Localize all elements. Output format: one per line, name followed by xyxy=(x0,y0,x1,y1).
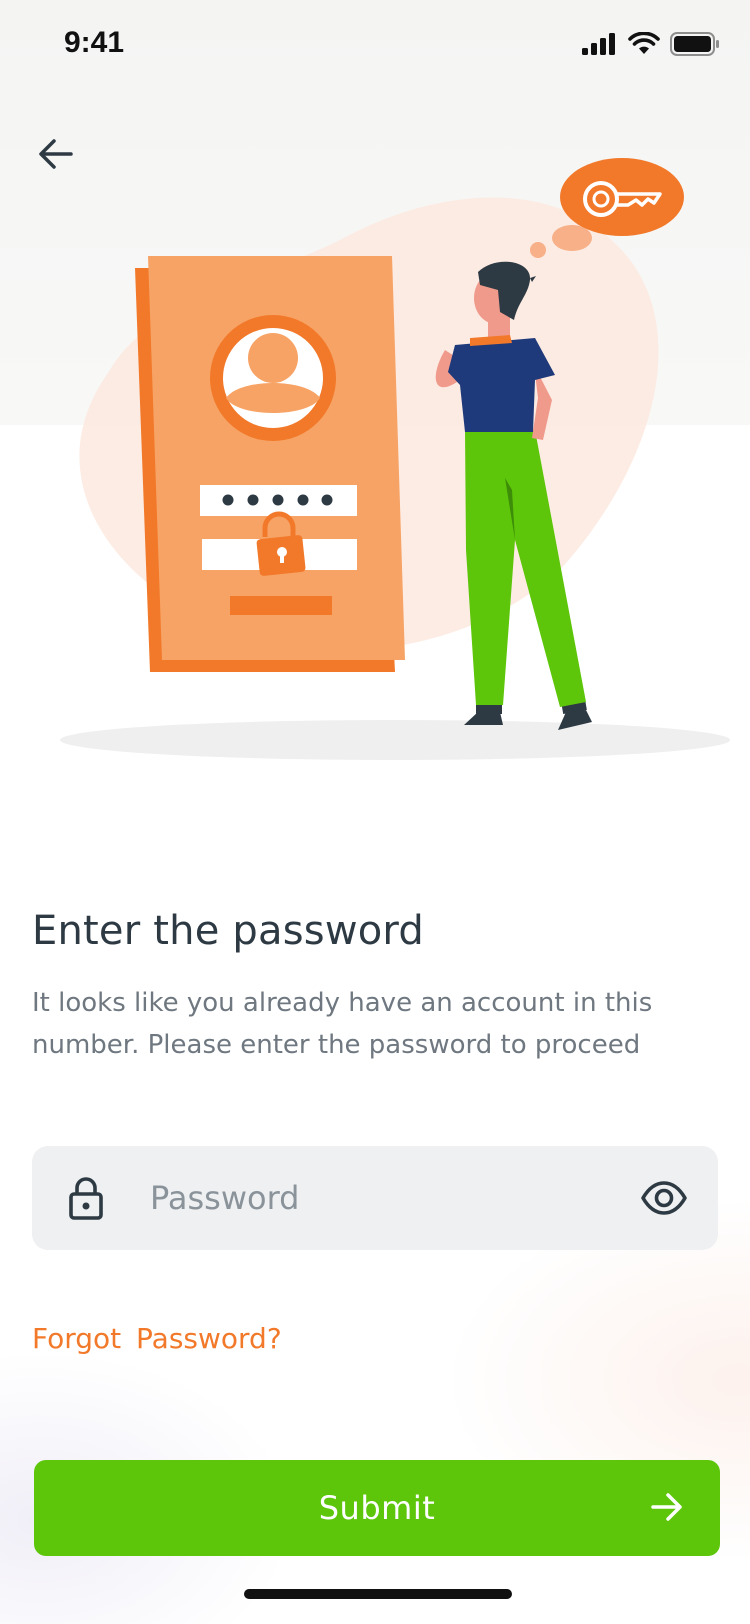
page-subtitle: It looks like you already have an accoun… xyxy=(32,988,653,1060)
lock-icon xyxy=(69,1177,103,1220)
eye-icon[interactable] xyxy=(640,1180,688,1216)
submit-label: Submit xyxy=(318,1489,436,1527)
home-indicator xyxy=(244,1589,512,1599)
login-illustration xyxy=(60,158,730,760)
wifi-icon xyxy=(628,32,660,54)
login-card-icon xyxy=(135,256,405,672)
battery-icon xyxy=(670,32,719,56)
arrow-left-icon xyxy=(39,139,73,169)
forgot-password-link[interactable]: Forgot Password? xyxy=(32,1322,282,1355)
status-bar: 9:41 xyxy=(0,0,750,92)
page-title: Enter the password xyxy=(32,908,424,954)
status-icons xyxy=(582,32,720,56)
cellular-signal-icon xyxy=(582,33,615,55)
back-button[interactable] xyxy=(30,128,82,180)
status-time: 9:41 xyxy=(64,26,125,59)
password-input[interactable] xyxy=(150,1168,600,1228)
arrow-right-icon xyxy=(651,1493,682,1521)
submit-button[interactable]: Submit xyxy=(34,1460,720,1556)
floor-shadow xyxy=(60,720,730,760)
password-field[interactable] xyxy=(32,1146,718,1250)
